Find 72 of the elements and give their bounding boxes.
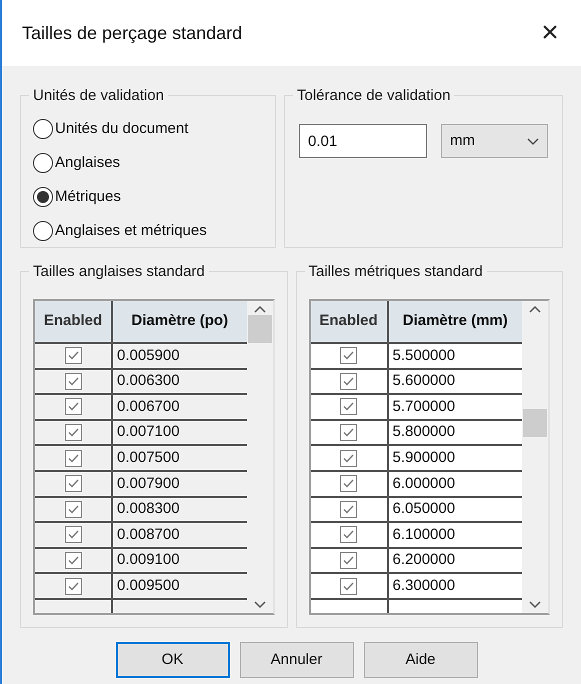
- checkbox[interactable]: [340, 552, 357, 570]
- table-cell-text: 6.200000: [392, 550, 456, 570]
- check-icon: [68, 428, 78, 438]
- check-icon: [343, 582, 354, 591]
- radio-option[interactable]: Métriques: [33, 184, 263, 210]
- check-icon: [343, 504, 354, 514]
- check-icon: [343, 428, 354, 438]
- table-cell-text: 0.008300: [116, 499, 181, 520]
- window-title: Tailles de perçage standard: [22, 22, 242, 45]
- checkbox[interactable]: [340, 500, 357, 518]
- check-icon: [343, 530, 354, 540]
- tolerance-field[interactable]: 0.01: [299, 124, 427, 158]
- checkbox[interactable]: [340, 450, 357, 467]
- unit-dropdown[interactable]: mm: [441, 124, 548, 158]
- check-icon: [343, 351, 354, 360]
- check-icon: [343, 556, 354, 566]
- check-icon: [68, 504, 78, 514]
- check-icon: [68, 454, 78, 463]
- column-header[interactable]: Enabled: [310, 301, 388, 342]
- radio-button[interactable]: [33, 153, 53, 173]
- checkbox[interactable]: [340, 424, 357, 442]
- radio-option[interactable]: Anglaises: [33, 150, 263, 176]
- checkbox[interactable]: [340, 578, 357, 595]
- check-icon: [343, 376, 354, 386]
- check-icon: [68, 479, 78, 488]
- check-icon: [68, 402, 78, 412]
- table-cell-text: 0.006300: [116, 371, 181, 392]
- table-cell-text: 5.600000: [392, 371, 456, 392]
- column-header[interactable]: Diamètre (mm): [388, 301, 522, 342]
- checkbox[interactable]: [340, 526, 357, 544]
- scrollbar[interactable]: [522, 301, 548, 613]
- table-cell-text: 0.007500: [116, 448, 181, 468]
- table-cell-text: 5.900000: [392, 448, 456, 468]
- check-icon: [68, 351, 78, 360]
- check-icon: [343, 402, 354, 412]
- scroll-down-icon[interactable]: [529, 601, 541, 609]
- table-cell-text: 0.008700: [116, 524, 181, 545]
- chevron-down-icon: [527, 138, 539, 144]
- radio-option[interactable]: Unités du document: [33, 116, 263, 142]
- check-icon: [68, 556, 78, 566]
- table-cell-text: 6.300000: [392, 576, 456, 596]
- checkbox[interactable]: [340, 347, 357, 364]
- table-cell-text: 6.000000: [392, 474, 456, 494]
- checkbox[interactable]: [340, 475, 357, 492]
- dialog-button[interactable]: Aide: [364, 642, 478, 678]
- table-cell-text: 0.007100: [116, 422, 181, 442]
- table-cell-text: 0.006700: [116, 396, 181, 417]
- check-icon: [343, 454, 354, 463]
- scroll-up-icon[interactable]: [529, 305, 541, 313]
- close-button[interactable]: ×: [533, 16, 567, 50]
- check-icon: [68, 376, 78, 386]
- check-icon: [68, 582, 78, 591]
- check-icon: [343, 479, 354, 488]
- scroll-thumb[interactable]: [523, 409, 547, 437]
- table-cell-text: 0.007900: [116, 474, 181, 494]
- checkbox[interactable]: [340, 398, 357, 416]
- table-cell-text: 6.050000: [392, 499, 456, 520]
- radio-button[interactable]: [33, 119, 53, 139]
- radio-option[interactable]: Anglaises et métriques: [33, 218, 263, 244]
- table-cell-text: 6.100000: [392, 524, 456, 545]
- table-cell-text: 5.700000: [392, 396, 456, 417]
- table-cell-text: 0.005900: [116, 346, 181, 366]
- table-cell-text: 0.009100: [116, 550, 181, 570]
- table-cell-text: 5.800000: [392, 422, 456, 442]
- check-icon: [68, 530, 78, 540]
- dialog-button[interactable]: Annuler: [240, 642, 354, 678]
- table-cell-text: 0.009500: [116, 576, 181, 596]
- radio-button[interactable]: [33, 187, 53, 207]
- radio-button[interactable]: [33, 221, 53, 241]
- dialog-button[interactable]: OK: [116, 642, 230, 678]
- table-cell-text: 5.500000: [392, 346, 456, 366]
- checkbox[interactable]: [340, 372, 357, 390]
